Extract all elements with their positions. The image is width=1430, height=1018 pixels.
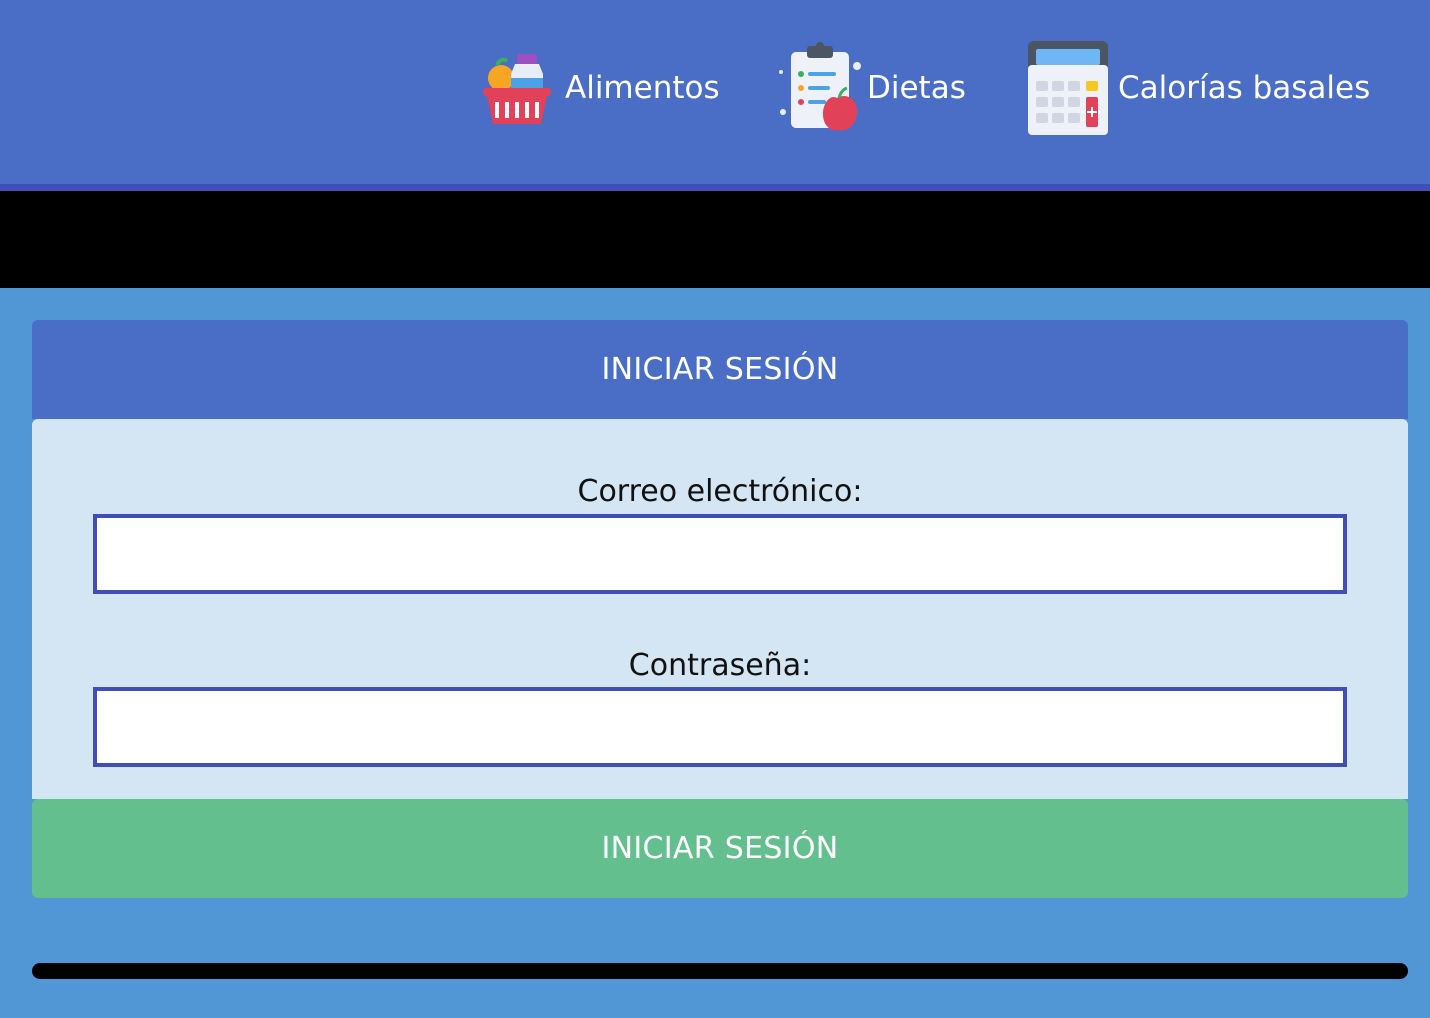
nav-label-dietas: Dietas: [867, 69, 966, 106]
login-form: Correo electrónico: Contraseña:: [32, 419, 1408, 799]
password-field[interactable]: [93, 687, 1347, 767]
nav-label-alimentos: Alimentos: [565, 69, 720, 106]
top-navigation: Alimentos Dietas Calorías basales: [0, 0, 1430, 191]
nav-item-dietas[interactable]: Dietas: [777, 40, 966, 136]
calculator-icon: [1028, 41, 1108, 135]
grocery-basket-icon: [481, 48, 553, 128]
email-field[interactable]: [93, 514, 1347, 594]
password-label: Contraseña:: [628, 648, 812, 683]
bottom-divider-bar: [32, 963, 1408, 979]
nav-label-calorias-basales: Calorías basales: [1118, 69, 1371, 106]
diet-clipboard-icon: [777, 42, 861, 134]
login-submit-button[interactable]: INICIAR SESIÓN: [32, 799, 1408, 898]
login-title: INICIAR SESIÓN: [601, 352, 839, 387]
black-banner: [0, 191, 1430, 288]
email-label: Correo electrónico:: [577, 474, 863, 509]
login-card-header: INICIAR SESIÓN: [32, 320, 1408, 419]
nav-item-alimentos[interactable]: Alimentos: [481, 40, 720, 136]
nav-item-calorias-basales[interactable]: Calorías basales: [1028, 40, 1370, 136]
